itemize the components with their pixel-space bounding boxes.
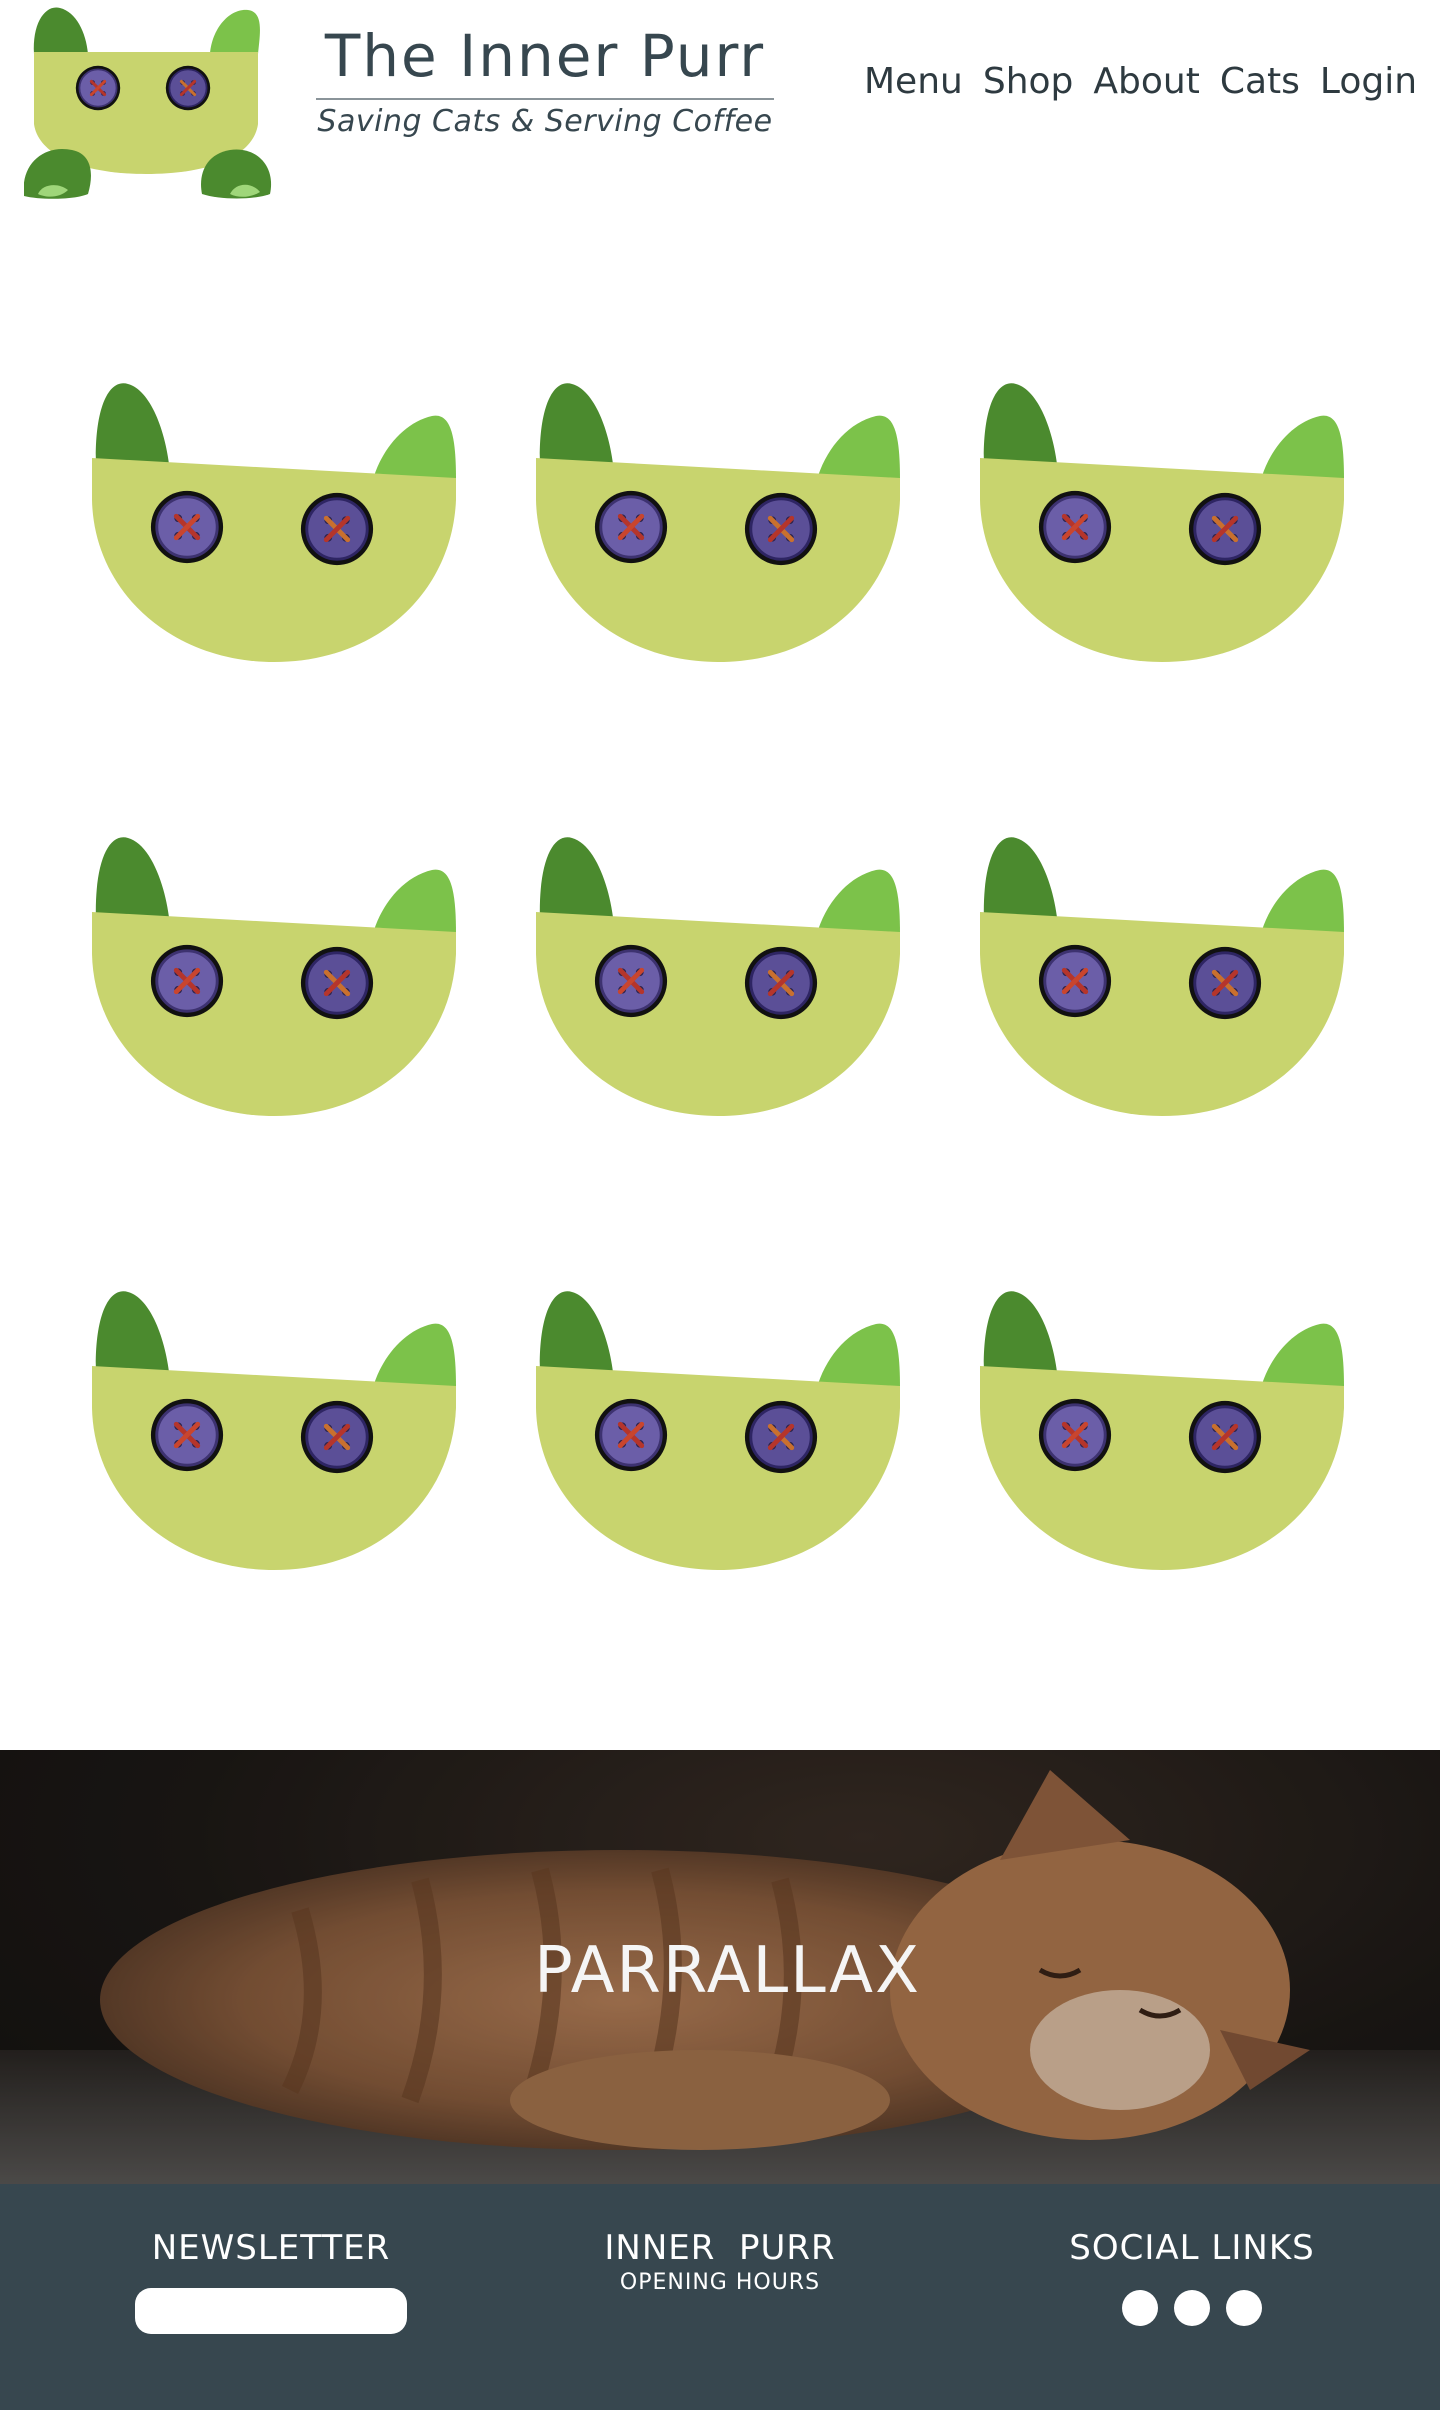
nav-link-menu[interactable]: Menu [864, 56, 963, 108]
nav-link-shop[interactable]: Shop [983, 56, 1074, 108]
social-links [1050, 2290, 1334, 2326]
nav-link-about[interactable]: About [1093, 56, 1199, 108]
cat-head-icon[interactable] [976, 1288, 1348, 1588]
social-link-icon[interactable] [1226, 2290, 1262, 2326]
social-heading: SOCIAL LINKS [1069, 2228, 1315, 2268]
newsletter-heading: NEWSLETTER [151, 2228, 391, 2268]
parallax-title: PARRALLAX [534, 1934, 921, 2008]
site-tagline: Saving Cats & Serving Coffee [317, 104, 773, 139]
cat-head-icon[interactable] [88, 380, 460, 680]
newsletter-section: NEWSLETTER [130, 2226, 412, 2334]
site-header: The Inner Purr Saving Cats & Serving Cof… [0, 0, 1440, 210]
cat-head-icon[interactable] [532, 834, 904, 1134]
social-link-icon[interactable] [1174, 2290, 1210, 2326]
cat-head-icon[interactable] [976, 380, 1348, 680]
cat-head-icon[interactable] [88, 834, 460, 1134]
site-title[interactable]: The Inner Purr [316, 18, 774, 94]
cat-head-icon[interactable] [532, 1288, 904, 1588]
cat-head-icon[interactable] [532, 380, 904, 680]
brand: The Inner Purr Saving Cats & Serving Cof… [316, 18, 774, 144]
hours-subheading: OPENING HOURS [619, 2270, 821, 2295]
hours-section: INNER PURR OPENING HOURS [560, 2226, 880, 2296]
nav-link-cats[interactable]: Cats [1220, 56, 1300, 108]
main-nav: Menu Shop About Cats Login [864, 56, 1417, 108]
cat-head-icon[interactable] [88, 1288, 460, 1588]
nav-link-login[interactable]: Login [1320, 56, 1417, 108]
site-footer: NEWSLETTER INNER PURR OPENING HOURS SOCI… [0, 2184, 1440, 2410]
hours-heading: INNER PURR [604, 2228, 836, 2268]
cat-head-logo-icon[interactable] [24, 4, 274, 200]
social-section: SOCIAL LINKS [1050, 2226, 1334, 2326]
parallax-banner: PARRALLAX [0, 1750, 1440, 2184]
cat-head-icon[interactable] [976, 834, 1348, 1134]
social-link-icon[interactable] [1122, 2290, 1158, 2326]
newsletter-email-input[interactable] [135, 2288, 407, 2334]
